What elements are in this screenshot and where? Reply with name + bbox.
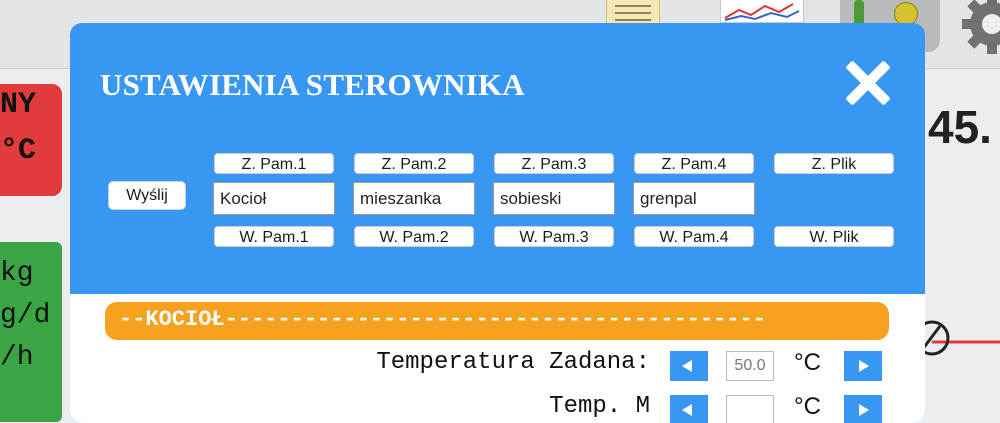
- close-icon[interactable]: [844, 59, 892, 107]
- red-panel-line: °C: [0, 134, 37, 168]
- green-panel-line: g/d: [0, 300, 51, 331]
- increase-arrow-icon[interactable]: [844, 395, 882, 423]
- green-panel-line: kg: [0, 258, 34, 289]
- controller-settings-dialog: USTAWIENIA STEROWNIKA Wyślij Z. Pam.1 W.…: [70, 23, 925, 423]
- section-header-boiler: --KOCIOŁ--------------------------------…: [105, 302, 889, 340]
- save-memory-3-button[interactable]: W. Pam.3: [494, 226, 614, 247]
- load-memory-2-button[interactable]: Z. Pam.2: [354, 153, 474, 174]
- red-panel-line: NY: [0, 88, 37, 122]
- chart-icon[interactable]: [720, 0, 804, 23]
- load-file-button[interactable]: Z. Plik: [774, 153, 894, 174]
- setting-value-field[interactable]: [726, 351, 774, 381]
- unit-label: °C: [794, 393, 821, 420]
- save-memory-2-button[interactable]: W. Pam.2: [354, 226, 474, 247]
- save-file-button[interactable]: W. Plik: [774, 226, 894, 247]
- memory-4-name-input[interactable]: [633, 182, 755, 215]
- increase-arrow-icon[interactable]: [844, 351, 882, 381]
- green-panel-line: /h: [0, 342, 34, 373]
- memory-2-name-input[interactable]: [353, 182, 475, 215]
- background-readout: 45.: [928, 101, 992, 153]
- memory-1-name-input[interactable]: [213, 182, 335, 215]
- section-title: --KOCIOŁ--------------------------------…: [119, 307, 766, 332]
- gear-icon: [962, 0, 1000, 54]
- send-button[interactable]: Wyślij: [108, 181, 186, 210]
- memory-3-name-input[interactable]: [493, 182, 615, 215]
- status-panel-red: NY °C: [0, 84, 62, 196]
- decrease-arrow-icon[interactable]: [670, 395, 708, 423]
- save-memory-4-button[interactable]: W. Pam.4: [634, 226, 754, 247]
- pump-icon: [912, 316, 1000, 366]
- setting-value-field[interactable]: [726, 395, 774, 423]
- pump-icon-graphic: [914, 320, 1000, 356]
- settings-gear-icon[interactable]: [958, 0, 1000, 58]
- save-memory-1-button[interactable]: W. Pam.1: [214, 226, 334, 247]
- decrease-arrow-icon[interactable]: [670, 351, 708, 381]
- status-panel-green: kg g/d /h: [0, 242, 62, 422]
- load-memory-4-button[interactable]: Z. Pam.4: [634, 153, 754, 174]
- load-memory-1-button[interactable]: Z. Pam.1: [214, 153, 334, 174]
- unit-label: °C: [794, 349, 821, 376]
- setting-label: Temp. M: [549, 393, 650, 420]
- dialog-title: USTAWIENIA STEROWNIKA: [100, 67, 525, 102]
- setting-label: Temperatura Zadana:: [376, 349, 650, 376]
- chart-icon-graphic: [724, 3, 800, 21]
- load-memory-3-button[interactable]: Z. Pam.3: [494, 153, 614, 174]
